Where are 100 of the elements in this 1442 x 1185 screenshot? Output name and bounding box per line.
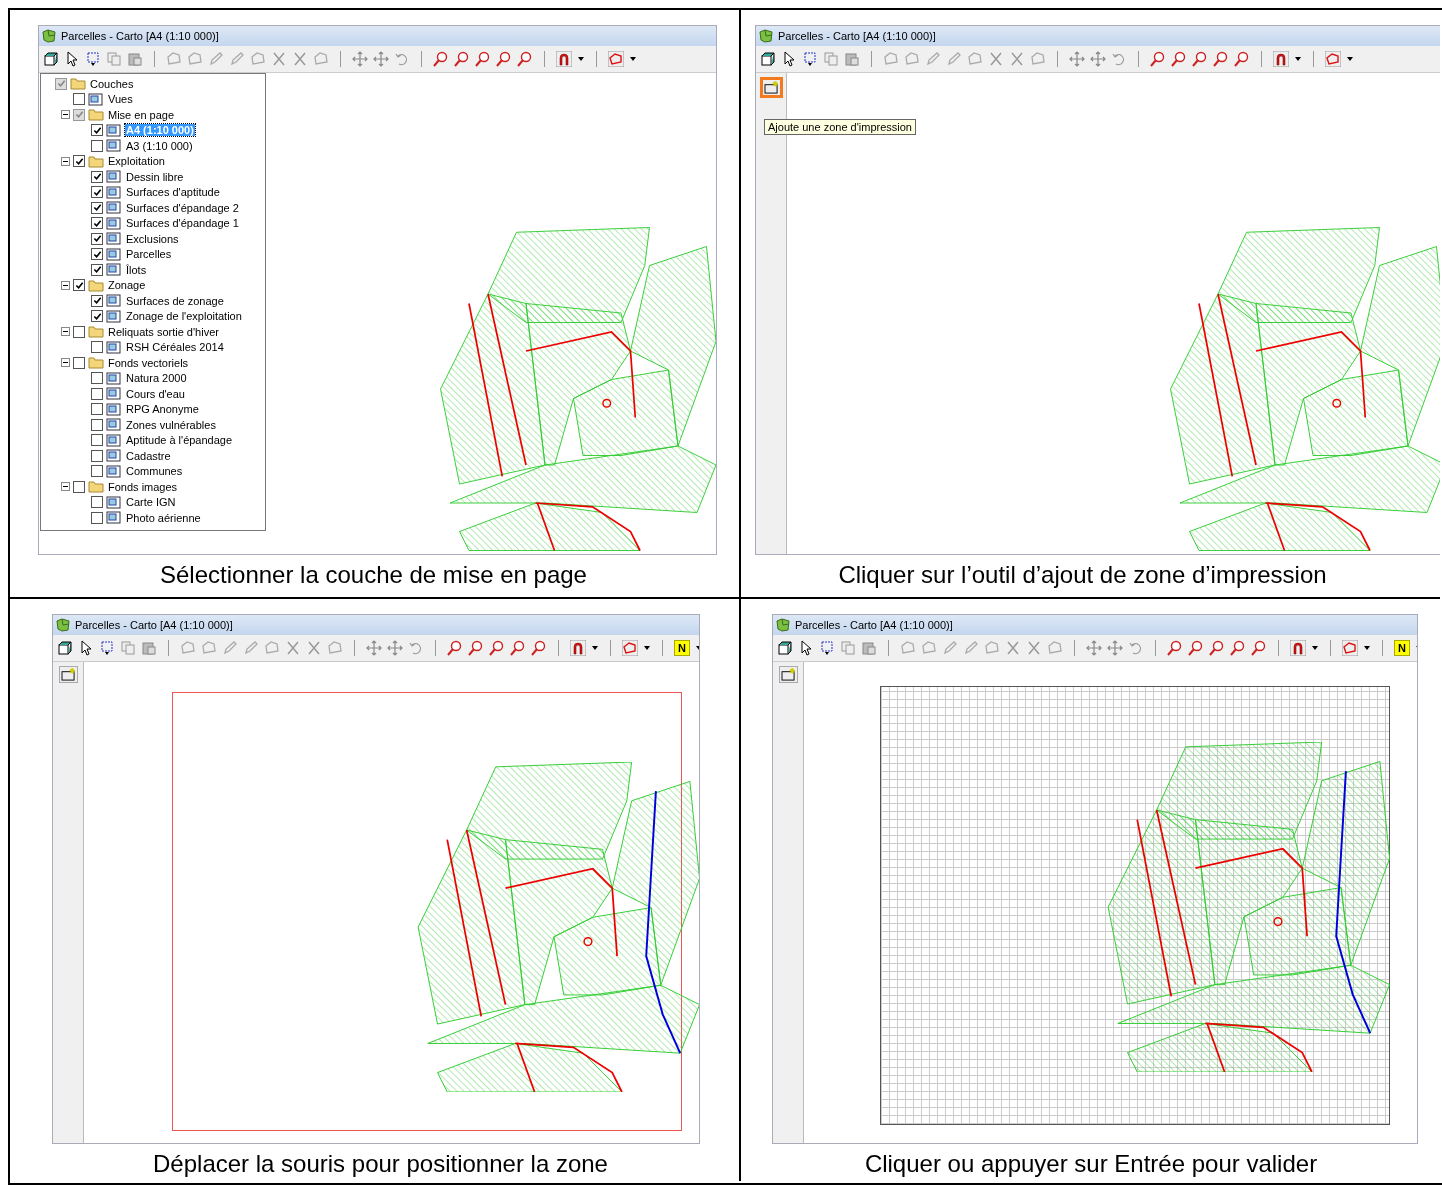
layer-checkbox[interactable]: [91, 186, 103, 199]
zoom-icon[interactable]: [468, 640, 484, 656]
collapse-icon[interactable]: [61, 482, 70, 492]
add-print-zone-button[interactable]: [58, 666, 78, 683]
collapse-icon[interactable]: [61, 156, 70, 166]
layer-name[interactable]: Carte IGN: [125, 496, 177, 509]
layer-checkbox[interactable]: [73, 325, 85, 338]
zoom-icon[interactable]: [1234, 51, 1250, 67]
arrows-icon[interactable]: [1086, 640, 1102, 656]
layer-checkbox[interactable]: [73, 93, 85, 106]
layer-name[interactable]: Fonds images: [107, 480, 179, 493]
add-print-zone-button[interactable]: [759, 77, 783, 98]
polygon-icon[interactable]: [1325, 51, 1341, 67]
cursor-icon[interactable]: [64, 51, 80, 67]
add-print-zone-button[interactable]: [778, 666, 798, 683]
layer-checkbox[interactable]: [91, 403, 103, 416]
polygon-icon[interactable]: [1342, 640, 1358, 656]
layer-checkbox[interactable]: [91, 201, 103, 214]
north-button[interactable]: N: [1394, 640, 1410, 656]
cube-icon[interactable]: [760, 51, 776, 67]
layer-checkbox[interactable]: [73, 356, 85, 369]
layer-name[interactable]: Surfaces d'épandage 2: [125, 201, 240, 214]
layer-checkbox[interactable]: [55, 77, 67, 90]
move-icon[interactable]: [387, 640, 403, 656]
move-icon[interactable]: [373, 51, 389, 67]
layer-name[interactable]: Zonage: [107, 279, 147, 292]
layer-name[interactable]: Îlots: [125, 263, 148, 276]
layer-name[interactable]: Zonage de l'exploitation: [125, 310, 243, 323]
layer-checkbox[interactable]: [73, 155, 85, 168]
zoom-icon[interactable]: [510, 640, 526, 656]
zoom-icon[interactable]: [1171, 51, 1187, 67]
move-icon[interactable]: [1107, 640, 1123, 656]
zoom-icon[interactable]: [1192, 51, 1208, 67]
zoom-icon[interactable]: [1167, 640, 1183, 656]
zoom-icon[interactable]: [1150, 51, 1166, 67]
zoom-icon[interactable]: [1213, 51, 1229, 67]
layer-checkbox[interactable]: [91, 217, 103, 230]
layer-checkbox[interactable]: [91, 434, 103, 447]
arrows-icon[interactable]: [352, 51, 368, 67]
layer-name[interactable]: Fonds vectoriels: [107, 356, 190, 369]
cursor-icon[interactable]: [78, 640, 94, 656]
layer-checkbox[interactable]: [91, 139, 103, 152]
north-button[interactable]: N: [674, 640, 690, 656]
layer-name[interactable]: Zones vulnérables: [125, 418, 217, 431]
layer-checkbox[interactable]: [91, 310, 103, 323]
layer-checkbox[interactable]: [91, 341, 103, 354]
layer-checkbox[interactable]: [91, 387, 103, 400]
layer-name[interactable]: Surfaces d'épandage 1: [125, 217, 240, 230]
selection-icon[interactable]: [85, 51, 101, 67]
move-icon[interactable]: [1090, 51, 1106, 67]
layer-name[interactable]: Photo aérienne: [125, 511, 202, 524]
arrows-icon[interactable]: [1069, 51, 1085, 67]
cube-icon[interactable]: [43, 51, 59, 67]
layer-name[interactable]: RPG Anonyme: [125, 403, 200, 416]
zoom-icon[interactable]: [1188, 640, 1204, 656]
layer-name[interactable]: Natura 2000: [125, 372, 188, 385]
layer-checkbox[interactable]: [91, 418, 103, 431]
zoom-icon[interactable]: [447, 640, 463, 656]
collapse-icon[interactable]: [61, 280, 70, 290]
layer-name[interactable]: Couches: [89, 77, 135, 90]
zoom-icon[interactable]: [496, 51, 512, 67]
layer-name[interactable]: Vues: [107, 93, 134, 106]
selection-icon[interactable]: [819, 640, 835, 656]
layer-name[interactable]: Cadastre: [125, 449, 172, 462]
layer-checkbox[interactable]: [91, 465, 103, 478]
layer-checkbox[interactable]: [91, 372, 103, 385]
layer-name[interactable]: Aptitude à l'épandage: [125, 434, 234, 447]
layer-name[interactable]: Mise en page: [107, 108, 176, 121]
arrows-icon[interactable]: [366, 640, 382, 656]
layer-name[interactable]: Communes: [125, 465, 184, 478]
collapse-icon[interactable]: [61, 327, 70, 337]
layer-checkbox[interactable]: [91, 496, 103, 509]
layer-checkbox[interactable]: [73, 279, 85, 292]
layer-name[interactable]: Reliquats sortie d'hiver: [107, 325, 220, 338]
zoom-icon[interactable]: [1209, 640, 1225, 656]
zoom-icon[interactable]: [489, 640, 505, 656]
cursor-icon[interactable]: [798, 640, 814, 656]
layer-name[interactable]: Cours d'eau: [125, 387, 186, 400]
layer-checkbox[interactable]: [91, 511, 103, 524]
polygon-icon[interactable]: [608, 51, 624, 67]
layer-checkbox[interactable]: [73, 480, 85, 493]
zoom-icon[interactable]: [454, 51, 470, 67]
magnet-icon[interactable]: [1273, 51, 1289, 67]
cube-icon[interactable]: [57, 640, 73, 656]
layer-name[interactable]: Dessin libre: [125, 170, 185, 183]
zoom-icon[interactable]: [475, 51, 491, 67]
magnet-icon[interactable]: [570, 640, 586, 656]
magnet-icon[interactable]: [1290, 640, 1306, 656]
layer-checkbox[interactable]: [91, 170, 103, 183]
zoom-icon[interactable]: [433, 51, 449, 67]
layer-checkbox[interactable]: [91, 248, 103, 261]
layer-name[interactable]: A3 (1:10 000): [125, 139, 194, 152]
zoom-icon[interactable]: [1251, 640, 1267, 656]
collapse-icon[interactable]: [61, 358, 70, 368]
zoom-icon[interactable]: [517, 51, 533, 67]
layer-name[interactable]: Exclusions: [125, 232, 180, 245]
layer-checkbox[interactable]: [91, 124, 103, 137]
layer-name[interactable]: Parcelles: [125, 248, 173, 261]
layer-checkbox[interactable]: [91, 449, 103, 462]
magnet-icon[interactable]: [556, 51, 572, 67]
